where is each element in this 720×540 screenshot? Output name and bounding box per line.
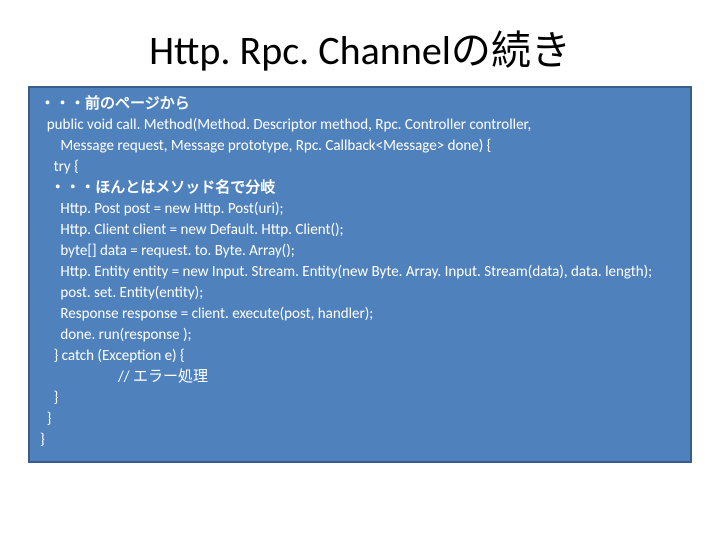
code-line: } xyxy=(40,430,680,451)
code-line: // エラー処理 xyxy=(40,367,680,388)
slide: Http. Rpc. Channelの続き ・・・前のページから public … xyxy=(0,0,720,540)
code-line: Http. Entity entity = new Input. Stream.… xyxy=(40,262,680,283)
code-line: Http. Client client = new Default. Http.… xyxy=(40,220,680,241)
code-line: } xyxy=(40,388,680,409)
code-line: Message request, Message prototype, Rpc.… xyxy=(40,136,680,157)
code-line: done. run(response ); xyxy=(40,325,680,346)
code-block: ・・・前のページから public void call. Method(Meth… xyxy=(28,86,692,463)
code-line: } catch (Exception e) { xyxy=(40,346,680,367)
code-line: try { xyxy=(40,157,680,178)
code-line: byte[] data = request. to. Byte. Array()… xyxy=(40,241,680,262)
code-line: post. set. Entity(entity); xyxy=(40,283,680,304)
code-line: Http. Post post = new Http. Post(uri); xyxy=(40,199,680,220)
slide-title: Http. Rpc. Channelの続き xyxy=(0,0,720,86)
code-line: } xyxy=(40,409,680,430)
code-line: Response response = client. execute(post… xyxy=(40,304,680,325)
code-line: public void call. Method(Method. Descrip… xyxy=(40,115,680,136)
code-line: ・・・ほんとはメソッド名で分岐 xyxy=(40,178,680,199)
code-line: ・・・前のページから xyxy=(40,94,680,115)
